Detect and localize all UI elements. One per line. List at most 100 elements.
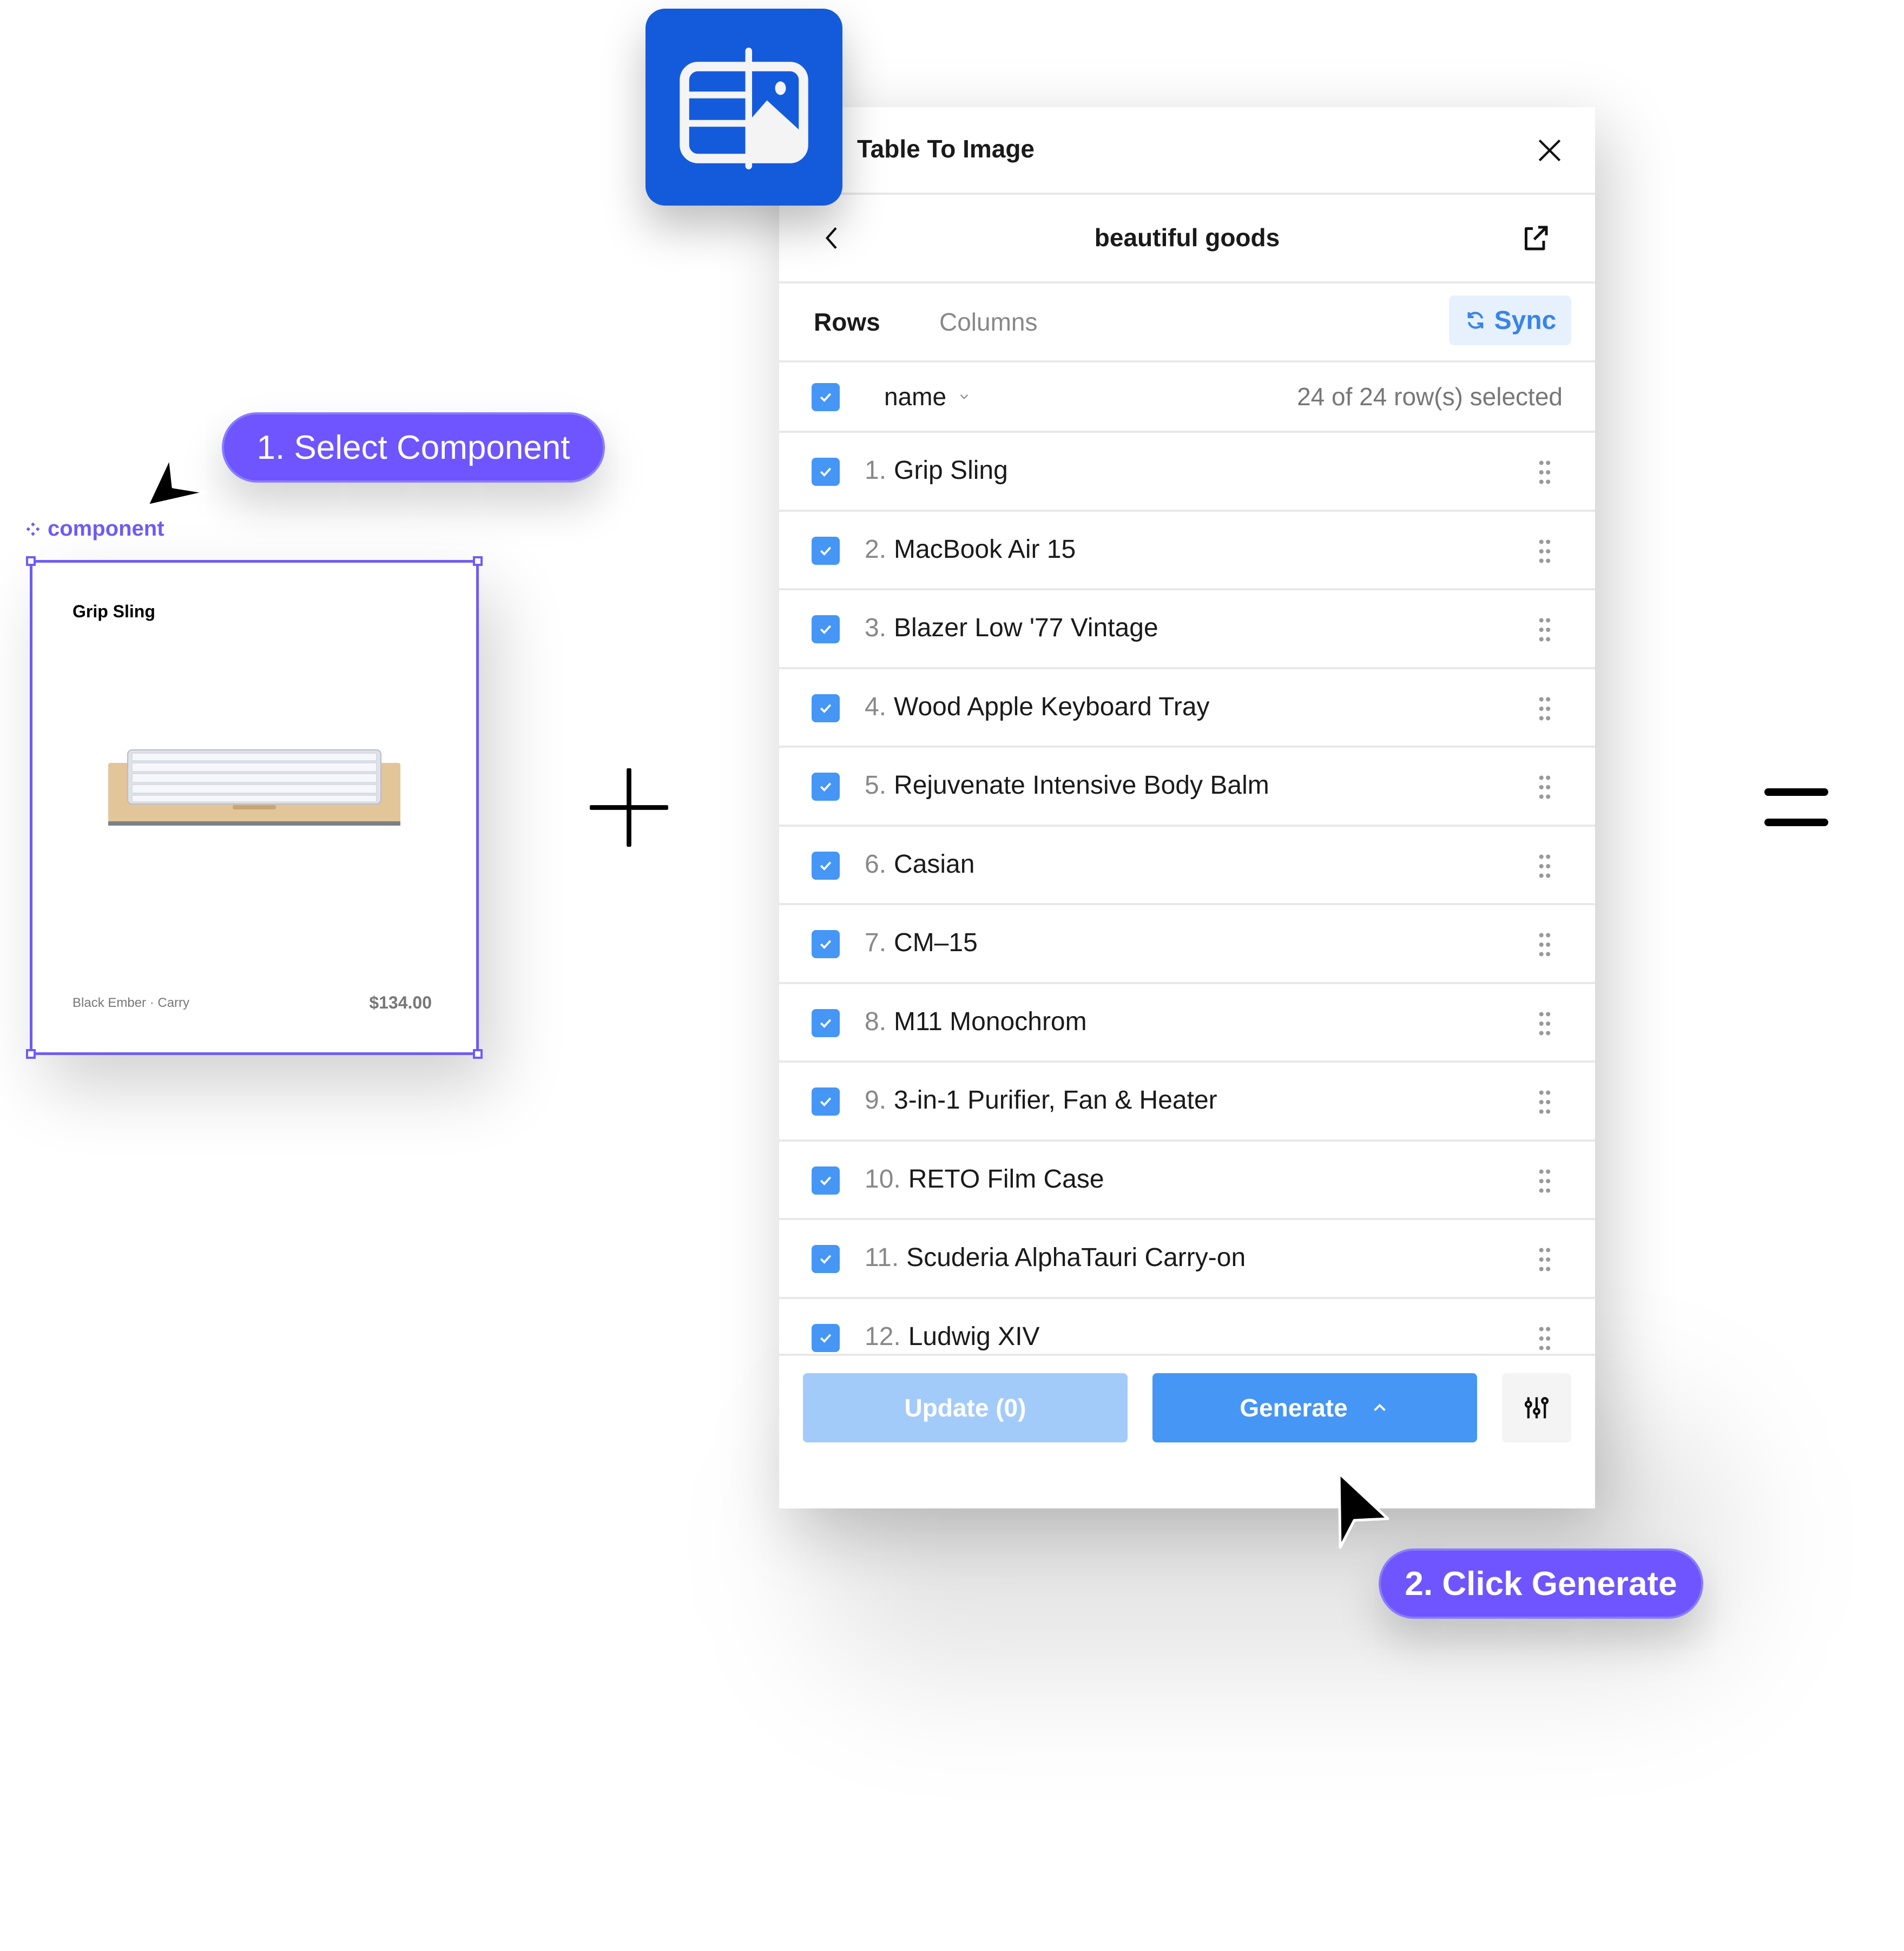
table-row[interactable]: 3. Blazer Low '77 Vintage bbox=[779, 590, 1595, 669]
row-label: 1. Grip Sling bbox=[865, 456, 1008, 485]
row-name: M11 Monochrom bbox=[894, 1007, 1087, 1036]
check-icon bbox=[820, 546, 832, 556]
row-checkbox[interactable] bbox=[812, 615, 840, 643]
row-checkbox[interactable] bbox=[812, 851, 840, 880]
row-index: 1. bbox=[865, 456, 887, 485]
table-row[interactable]: 11. Scuderia AlphaTauri Carry-on bbox=[779, 1220, 1595, 1299]
step-2-badge: 2. Click Generate bbox=[1379, 1548, 1703, 1619]
row-label: 3. Blazer Low '77 Vintage bbox=[865, 613, 1158, 643]
drag-handle-icon[interactable] bbox=[1538, 1089, 1552, 1116]
component-card[interactable]: Grip Sling Black Ember · Carry $134.00 bbox=[26, 556, 483, 1059]
row-index: 5. bbox=[865, 771, 887, 800]
row-index: 6. bbox=[865, 849, 887, 879]
sync-label: Sync bbox=[1494, 306, 1557, 335]
drag-handle-icon[interactable] bbox=[1538, 616, 1552, 643]
component-icon bbox=[26, 522, 40, 536]
component-label: component bbox=[25, 517, 164, 541]
drag-handle-icon[interactable] bbox=[1538, 1325, 1552, 1352]
select-all-checkbox[interactable] bbox=[812, 383, 840, 411]
column-header-row: name 24 of 24 row(s) selected bbox=[779, 362, 1595, 433]
table-row[interactable]: 4. Wood Apple Keyboard Tray bbox=[779, 669, 1595, 748]
check-icon bbox=[820, 1018, 832, 1028]
row-checkbox[interactable] bbox=[812, 536, 840, 565]
check-icon bbox=[820, 625, 832, 634]
refresh-icon bbox=[1467, 312, 1483, 329]
close-button[interactable] bbox=[1534, 135, 1565, 166]
open-external-button[interactable] bbox=[1519, 222, 1552, 254]
row-checkbox[interactable] bbox=[812, 1087, 840, 1116]
row-checkbox[interactable] bbox=[812, 694, 840, 722]
row-name: Rejuvenate Intensive Body Balm bbox=[894, 771, 1269, 800]
table-name: beautiful goods bbox=[1094, 223, 1280, 252]
resize-handle[interactable] bbox=[26, 1049, 36, 1059]
app-icon bbox=[645, 9, 842, 206]
update-button[interactable]: Update (0) bbox=[803, 1373, 1128, 1442]
row-index: 7. bbox=[865, 928, 887, 957]
table-row[interactable]: 10. RETO Film Case bbox=[779, 1142, 1595, 1220]
row-index: 8. bbox=[865, 1007, 887, 1036]
check-icon bbox=[820, 782, 832, 792]
row-name: MacBook Air 15 bbox=[894, 535, 1076, 564]
table-row[interactable]: 1. Grip Sling bbox=[779, 433, 1595, 512]
drag-handle-icon[interactable] bbox=[1538, 695, 1552, 722]
column-select[interactable]: name bbox=[884, 382, 971, 411]
row-name: Wood Apple Keyboard Tray bbox=[894, 692, 1210, 721]
drag-handle-icon[interactable] bbox=[1538, 538, 1552, 565]
table-row[interactable]: 2. MacBook Air 15 bbox=[779, 512, 1595, 590]
row-name: 3-in-1 Purifier, Fan & Heater bbox=[894, 1086, 1217, 1115]
chevron-down-icon bbox=[960, 394, 969, 399]
drag-handle-icon[interactable] bbox=[1538, 1246, 1552, 1273]
table-row[interactable]: 12. Ludwig XIV bbox=[779, 1299, 1595, 1354]
row-label: 10. RETO Film Case bbox=[865, 1164, 1104, 1194]
table-row[interactable]: 7. CM–15 bbox=[779, 905, 1595, 984]
settings-button[interactable] bbox=[1502, 1373, 1571, 1442]
row-checkbox[interactable] bbox=[812, 1245, 840, 1273]
keyboard-tray-image bbox=[108, 749, 400, 826]
table-row[interactable]: 5. Rejuvenate Intensive Body Balm bbox=[779, 748, 1595, 827]
drag-handle-icon[interactable] bbox=[1538, 853, 1552, 880]
column-name: name bbox=[884, 383, 947, 411]
row-index: 9. bbox=[865, 1086, 887, 1115]
row-checkbox[interactable] bbox=[812, 1323, 840, 1352]
check-icon bbox=[820, 1333, 832, 1343]
table-to-image-panel: Table To Image beautiful goods Rows Colu… bbox=[779, 107, 1595, 1508]
generate-button[interactable]: Generate bbox=[1152, 1373, 1477, 1442]
table-row[interactable]: 8. M11 Monochrom bbox=[779, 984, 1595, 1063]
rows-list[interactable]: 1. Grip Sling 2. MacBook Air 15 3. Blazer Low… bbox=[779, 433, 1595, 1354]
row-label: 6. Casian bbox=[865, 849, 974, 879]
resize-handle[interactable] bbox=[473, 556, 483, 566]
cursor-pointer-icon bbox=[1338, 1472, 1389, 1549]
check-icon bbox=[820, 1176, 832, 1185]
row-label: 7. CM–15 bbox=[865, 928, 978, 958]
row-name: Grip Sling bbox=[894, 456, 1008, 485]
row-name: Casian bbox=[894, 849, 975, 879]
row-index: 2. bbox=[865, 535, 887, 564]
row-name: CM–15 bbox=[894, 928, 978, 957]
row-index: 4. bbox=[865, 692, 887, 721]
row-checkbox[interactable] bbox=[812, 773, 840, 801]
drag-handle-icon[interactable] bbox=[1538, 459, 1552, 486]
drag-handle-icon[interactable] bbox=[1538, 1168, 1552, 1195]
drag-handle-icon[interactable] bbox=[1538, 774, 1552, 801]
row-checkbox[interactable] bbox=[812, 1009, 840, 1037]
resize-handle[interactable] bbox=[473, 1049, 483, 1059]
drag-handle-icon[interactable] bbox=[1538, 1010, 1552, 1037]
sync-button[interactable]: Sync bbox=[1449, 295, 1571, 345]
resize-handle[interactable] bbox=[26, 556, 36, 566]
row-name: Ludwig XIV bbox=[908, 1322, 1040, 1351]
row-checkbox[interactable] bbox=[812, 930, 840, 958]
drag-handle-icon[interactable] bbox=[1538, 931, 1552, 958]
table-row[interactable]: 6. Casian bbox=[779, 827, 1595, 905]
row-checkbox[interactable] bbox=[812, 458, 840, 486]
row-checkbox[interactable] bbox=[812, 1166, 840, 1195]
row-label: 5. Rejuvenate Intensive Body Balm bbox=[865, 770, 1269, 800]
table-image-icon bbox=[680, 48, 808, 169]
tab-columns[interactable]: Columns bbox=[939, 307, 1038, 337]
check-icon bbox=[820, 1255, 832, 1264]
tab-rows[interactable]: Rows bbox=[814, 307, 880, 337]
check-icon bbox=[820, 467, 832, 477]
check-icon bbox=[820, 940, 832, 949]
table-row[interactable]: 9. 3-in-1 Purifier, Fan & Heater bbox=[779, 1063, 1595, 1142]
row-label: 8. M11 Monochrom bbox=[865, 1007, 1087, 1037]
component-label-text: component bbox=[48, 517, 164, 541]
